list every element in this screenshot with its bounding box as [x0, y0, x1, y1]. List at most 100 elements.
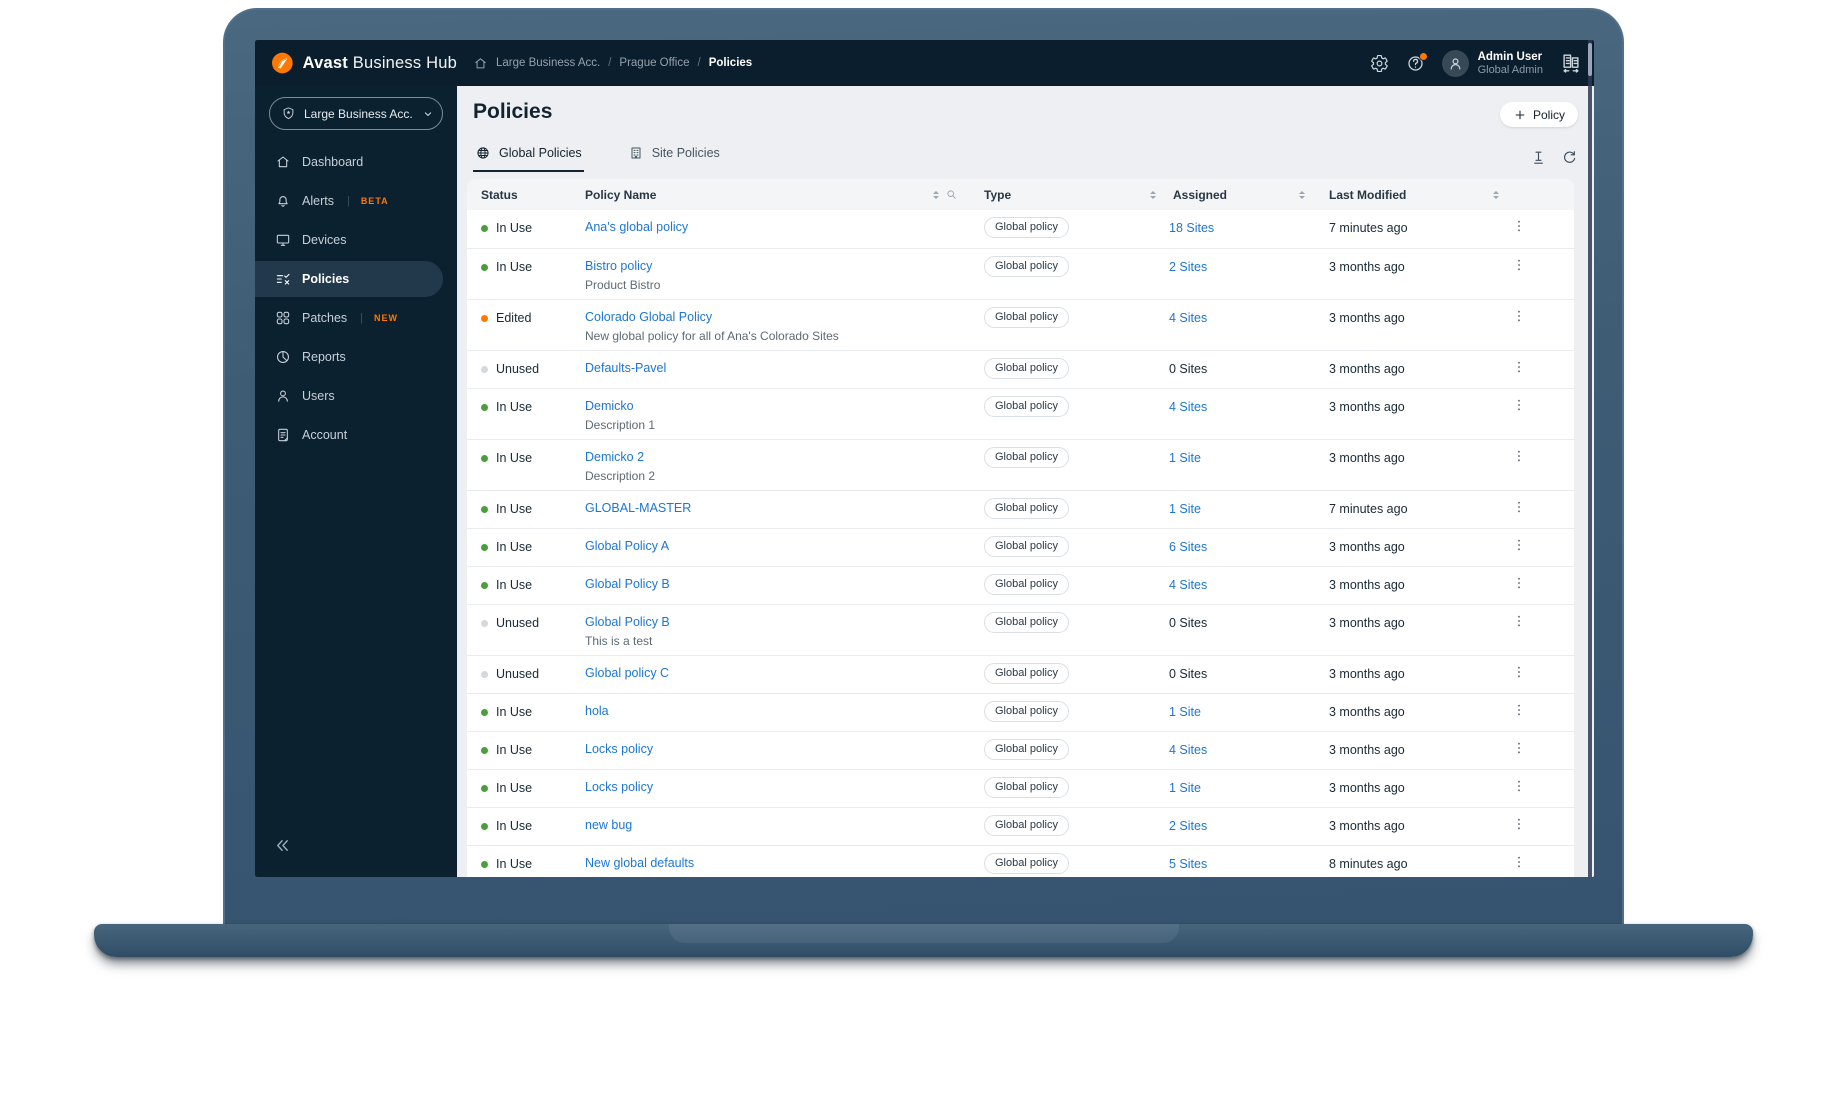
column-header-last-modified[interactable]: Last Modified [1329, 188, 1499, 202]
policy-name-cell: hola [557, 694, 984, 731]
sidebar-item-dashboard[interactable]: Dashboard [255, 144, 443, 180]
row-menu-button[interactable] [1511, 575, 1527, 604]
assigned-sites-link[interactable]: 4 Sites [1169, 578, 1207, 592]
assigned-sites-link[interactable]: 1 Site [1169, 451, 1201, 465]
policy-name-cell: Demicko Description 1 [557, 389, 984, 439]
kebab-menu-icon [1511, 397, 1527, 413]
assigned-sites-link[interactable]: 18 Sites [1169, 221, 1214, 235]
policy-name-link[interactable]: new bug [585, 818, 984, 833]
sidebar-item-alerts[interactable]: Alerts | BETA [255, 183, 443, 219]
policy-name-link[interactable]: Colorado Global Policy [585, 310, 984, 325]
status-cell: In Use [467, 440, 557, 490]
row-menu-button[interactable] [1511, 702, 1527, 731]
status-cell: In Use [467, 846, 557, 877]
row-menu-button[interactable] [1511, 308, 1527, 350]
assigned-sites-link[interactable]: 1 Site [1169, 781, 1201, 795]
globe-icon [475, 145, 491, 161]
row-menu-button[interactable] [1511, 397, 1527, 439]
column-header-policy-name[interactable]: Policy Name [557, 188, 984, 202]
breadcrumb-item[interactable]: Prague Office [619, 57, 689, 69]
assigned-sites-link[interactable]: 4 Sites [1169, 400, 1207, 414]
row-menu-button[interactable] [1511, 448, 1527, 490]
policy-name-link[interactable]: hola [585, 704, 984, 719]
policy-name-link[interactable]: Demicko [585, 399, 984, 414]
tabs-row: Global Policies Site Policies [457, 144, 1594, 172]
account-doc-icon [275, 427, 291, 443]
gear-icon[interactable] [1370, 54, 1389, 73]
sort-icon[interactable] [1150, 190, 1156, 199]
policy-description: Description 2 [585, 469, 656, 483]
help-icon[interactable] [1406, 51, 1428, 73]
status-cell: In Use [467, 529, 557, 566]
policy-name-cell: new bug [557, 808, 984, 845]
policy-name-link[interactable]: Global Policy B [585, 615, 984, 630]
sidebar-item-policies[interactable]: Policies [255, 261, 443, 297]
scrollbar-track[interactable] [1588, 40, 1592, 877]
policy-name-link[interactable]: Defaults-Pavel [585, 361, 984, 376]
tab-global-policies[interactable]: Global Policies [473, 145, 584, 172]
policy-name-link[interactable]: Locks policy [585, 742, 984, 757]
sort-icon[interactable] [933, 190, 939, 199]
policy-name-link[interactable]: GLOBAL-MASTER [585, 501, 984, 516]
account-selector[interactable]: Large Business Acc. [269, 97, 443, 130]
row-menu-button[interactable] [1511, 537, 1527, 566]
policy-name-link[interactable]: Global Policy A [585, 539, 984, 554]
row-menu-button[interactable] [1511, 613, 1527, 655]
assigned-sites-link[interactable]: 5 Sites [1169, 857, 1207, 871]
policy-name-link[interactable]: Ana's global policy [585, 220, 984, 235]
kebab-menu-icon [1511, 359, 1527, 375]
tab-site-policies[interactable]: Site Policies [626, 145, 722, 172]
policy-name-link[interactable]: Global policy C [585, 666, 984, 681]
assigned-sites-link[interactable]: 1 Site [1169, 705, 1201, 719]
sidebar-collapse-button[interactable] [273, 836, 292, 861]
policy-name-link[interactable]: New global defaults [585, 856, 984, 871]
sort-icon[interactable] [1493, 190, 1499, 199]
text-cursor-icon[interactable] [1530, 149, 1547, 166]
sidebar-item-patches[interactable]: Patches | NEW [255, 300, 443, 336]
row-menu-button[interactable] [1511, 218, 1527, 248]
sidebar-item-devices[interactable]: Devices [255, 222, 443, 258]
assigned-sites-link[interactable]: 2 Sites [1169, 819, 1207, 833]
last-modified-cell: 3 months ago [1329, 705, 1405, 719]
laptop-base [94, 924, 1753, 957]
sidebar-item-account[interactable]: Account [255, 417, 443, 453]
sidebar-item-users[interactable]: Users [255, 378, 443, 414]
table-row: In Use Global Policy A Global policy 6 Site… [467, 528, 1574, 566]
assigned-sites-link[interactable]: 1 Site [1169, 502, 1201, 516]
scrollbar-thumb[interactable] [1588, 43, 1592, 76]
policy-name-link[interactable]: Locks policy [585, 780, 984, 795]
add-policy-button[interactable]: Policy [1499, 102, 1578, 127]
actions-cell [1499, 846, 1574, 877]
breadcrumb: Large Business Acc. / Prague Office / Polici… [473, 56, 752, 71]
row-menu-button[interactable] [1511, 359, 1527, 388]
policy-name-link[interactable]: Bistro policy [585, 259, 984, 274]
buildings-switch-icon[interactable] [1560, 52, 1582, 74]
search-icon[interactable] [945, 188, 958, 201]
row-menu-button[interactable] [1511, 854, 1527, 877]
refresh-icon[interactable] [1561, 149, 1578, 166]
row-menu-button[interactable] [1511, 778, 1527, 807]
kebab-menu-icon [1511, 537, 1527, 553]
sort-icon[interactable] [1299, 190, 1305, 199]
policy-name-link[interactable]: Global Policy B [585, 577, 984, 592]
row-menu-button[interactable] [1511, 816, 1527, 845]
row-menu-button[interactable] [1511, 499, 1527, 528]
column-header-type[interactable]: Type [984, 188, 1169, 202]
table-row: In Use Demicko 2 Description 2 Global polic… [467, 439, 1574, 490]
policy-name-cell: Global Policy B This is a test [557, 605, 984, 655]
assigned-sites-link[interactable]: 6 Sites [1169, 540, 1207, 554]
sidebar-item-reports[interactable]: Reports [255, 339, 443, 375]
row-menu-button[interactable] [1511, 740, 1527, 769]
row-menu-button[interactable] [1511, 257, 1527, 299]
policy-name-link[interactable]: Demicko 2 [585, 450, 984, 465]
status-dot-in-use [481, 582, 488, 589]
last-modified-cell: 7 minutes ago [1329, 221, 1408, 235]
home-icon[interactable] [473, 56, 488, 71]
row-menu-button[interactable] [1511, 664, 1527, 693]
column-header-assigned[interactable]: Assigned [1169, 188, 1329, 202]
user-menu[interactable]: Admin User Global Admin [1441, 49, 1543, 77]
breadcrumb-item[interactable]: Large Business Acc. [496, 57, 600, 69]
assigned-sites-link[interactable]: 4 Sites [1169, 311, 1207, 325]
assigned-sites-link[interactable]: 4 Sites [1169, 743, 1207, 757]
assigned-sites-link[interactable]: 2 Sites [1169, 260, 1207, 274]
